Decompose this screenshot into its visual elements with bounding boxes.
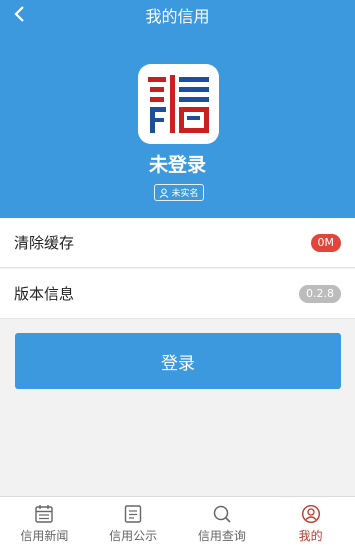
login-status: 未登录: [148, 154, 206, 176]
tab-mine-label: 我的: [298, 529, 323, 543]
calendar-icon: [35, 505, 54, 523]
notice-board-icon: [124, 505, 142, 523]
profile-header: 我的信用 未登录 未实名: [0, 0, 355, 218]
tab-credit-news-label: 信用新闻: [20, 529, 69, 543]
user-icon: [160, 188, 169, 198]
tab-mine[interactable]: 我的: [266, 497, 355, 550]
credit-logo-icon: [147, 75, 209, 133]
user-circle-icon: [301, 504, 320, 524]
realname-badge-label: 未实名: [171, 189, 199, 199]
page-title: 我的信用: [145, 7, 210, 26]
clear-cache-row[interactable]: 清除缓存 0M: [0, 218, 355, 268]
login-button[interactable]: 登录: [15, 333, 341, 389]
tab-credit-public-label: 信用公示: [109, 529, 158, 543]
top-bar: 我的信用: [0, 0, 355, 30]
tab-credit-public[interactable]: 信用公示: [89, 497, 178, 550]
version-info-label: 版本信息: [14, 285, 75, 303]
app-logo: [138, 64, 219, 144]
tab-credit-search-label: 信用查询: [197, 529, 246, 543]
tab-credit-news[interactable]: 信用新闻: [0, 497, 89, 550]
tab-credit-search[interactable]: 信用查询: [178, 497, 267, 550]
realname-badge: 未实名: [154, 184, 204, 201]
clear-cache-label: 清除缓存: [14, 234, 75, 252]
cache-size-badge: 0M: [310, 234, 341, 252]
version-badge: 0.2.8: [299, 285, 341, 303]
search-icon: [213, 505, 231, 523]
version-info-row[interactable]: 版本信息 0.2.8: [0, 269, 355, 319]
bottom-tab-bar: 信用新闻 信用公示 信用查询 我的: [0, 496, 355, 550]
